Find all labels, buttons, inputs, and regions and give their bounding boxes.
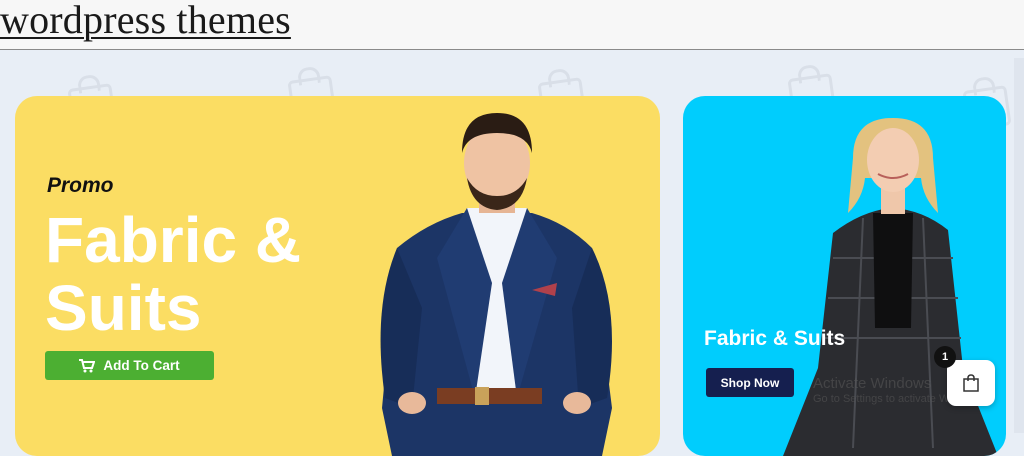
promo-card-fabric-suits: Promo Fabric & Suits Add To Cart — [15, 96, 660, 456]
shopping-bag-icon — [963, 374, 979, 392]
page-scrollbar[interactable] — [1014, 58, 1024, 433]
promo-secondary-title: Fabric & Suits — [704, 327, 846, 350]
cart-count-badge: 1 — [934, 346, 956, 368]
promo-kicker: Promo — [47, 174, 114, 197]
shopping-cart-icon — [79, 358, 96, 372]
shop-now-button[interactable]: Shop Now — [706, 368, 794, 397]
floating-cart-button[interactable] — [947, 360, 995, 406]
site-title-link[interactable]: wordpress themes — [0, 0, 291, 43]
add-to-cart-button[interactable]: Add To Cart — [45, 351, 214, 380]
promo-title: Fabric & Suits — [45, 204, 302, 344]
add-to-cart-label: Add To Cart — [103, 358, 180, 373]
man-in-suit-image — [380, 113, 612, 456]
site-header: wordpress themes — [0, 0, 1024, 50]
